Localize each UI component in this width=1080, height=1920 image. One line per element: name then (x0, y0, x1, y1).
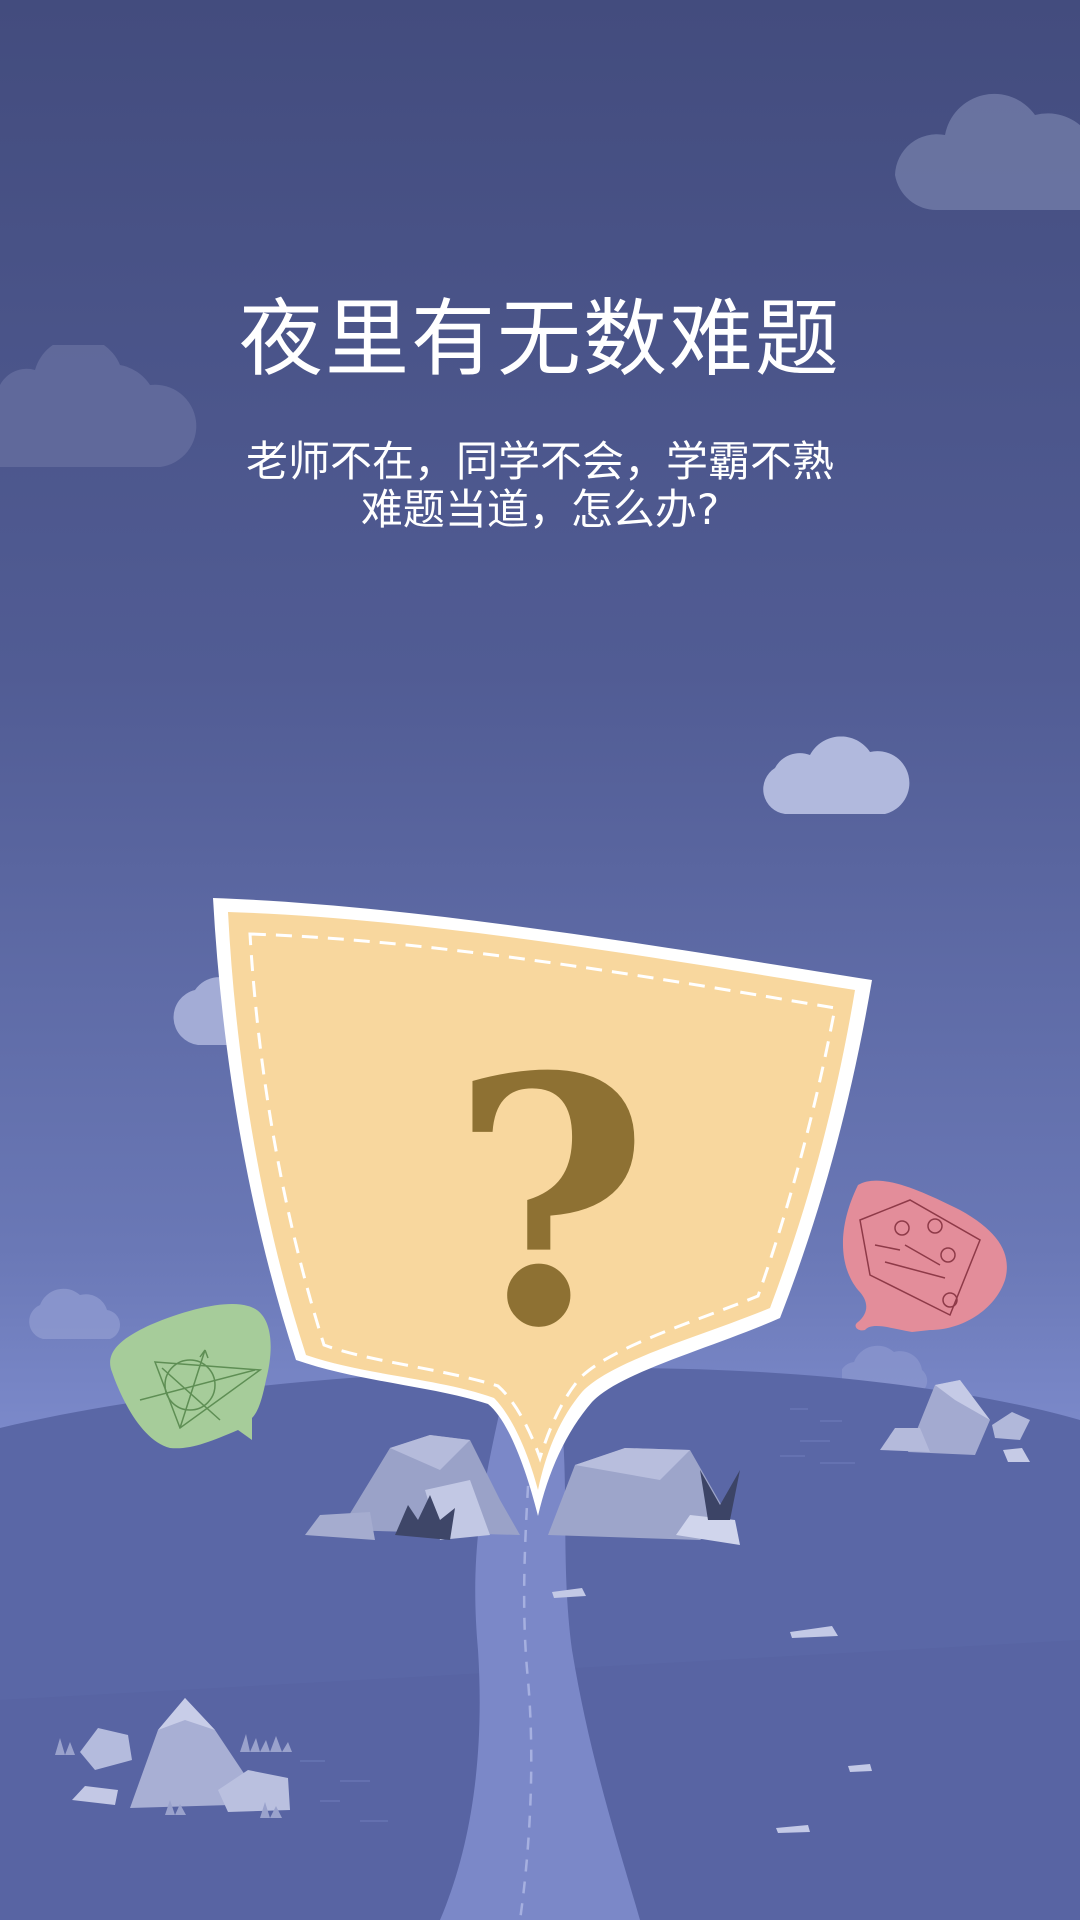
onboarding-screen: 夜里有无数难题 老师不在，同学不会，学霸不熟 难题当道，怎么办? ? (0, 0, 1080, 1920)
circuit-diagram-speech-bubble-icon (842, 1180, 1007, 1332)
landscape-illustration: ? (0, 898, 1080, 1920)
question-mark: ? (450, 1004, 649, 1403)
